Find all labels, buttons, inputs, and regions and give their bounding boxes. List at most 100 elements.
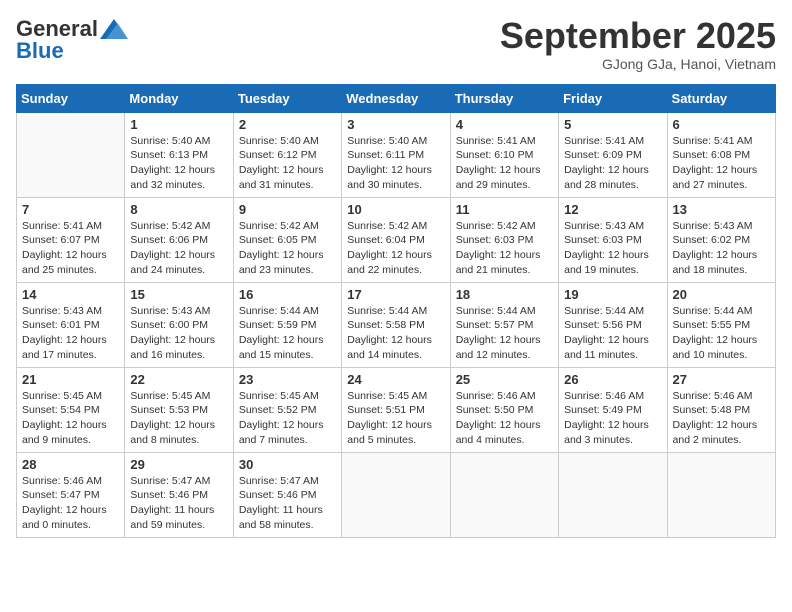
- day-info: Sunrise: 5:41 AM Sunset: 6:08 PM Dayligh…: [673, 134, 770, 193]
- day-number: 7: [22, 202, 119, 217]
- day-number: 27: [673, 372, 770, 387]
- day-number: 26: [564, 372, 661, 387]
- day-number: 5: [564, 117, 661, 132]
- day-number: 6: [673, 117, 770, 132]
- day-number: 11: [456, 202, 553, 217]
- calendar-cell: 29Sunrise: 5:47 AM Sunset: 5:46 PM Dayli…: [125, 452, 233, 537]
- title-block: September 2025 GJong GJa, Hanoi, Vietnam: [500, 16, 776, 72]
- day-number: 30: [239, 457, 336, 472]
- day-info: Sunrise: 5:45 AM Sunset: 5:52 PM Dayligh…: [239, 389, 336, 448]
- day-info: Sunrise: 5:42 AM Sunset: 6:06 PM Dayligh…: [130, 219, 227, 278]
- col-header-thursday: Thursday: [450, 84, 558, 112]
- calendar-cell: 23 Sunrise: 5:45 AM Sunset: 5:52 PM Dayli…: [233, 367, 341, 452]
- day-info: Sunrise: 5:45 AM Sunset: 5:51 PM Dayligh…: [347, 389, 444, 448]
- day-info: Sunrise: 5:40 AM Sunset: 6:11 PM Dayligh…: [347, 134, 444, 193]
- col-header-sunday: Sunday: [17, 84, 125, 112]
- day-number: 21: [22, 372, 119, 387]
- col-header-wednesday: Wednesday: [342, 84, 450, 112]
- day-info: Sunrise: 5:46 AM Sunset: 5:50 PM Dayligh…: [456, 389, 553, 448]
- calendar-cell: 7 Sunrise: 5:41 AM Sunset: 6:07 PM Daylig…: [17, 197, 125, 282]
- calendar-cell: 20 Sunrise: 5:44 AM Sunset: 5:55 PM Dayli…: [667, 282, 775, 367]
- col-header-tuesday: Tuesday: [233, 84, 341, 112]
- day-number: 23: [239, 372, 336, 387]
- calendar-cell: 9 Sunrise: 5:42 AM Sunset: 6:05 PM Daylig…: [233, 197, 341, 282]
- calendar-cell: [17, 112, 125, 197]
- day-info: Sunrise: 5:45 AM Sunset: 5:53 PM Dayligh…: [130, 389, 227, 448]
- calendar-cell: 12 Sunrise: 5:43 AM Sunset: 6:03 PM Dayli…: [559, 197, 667, 282]
- calendar-cell: 5 Sunrise: 5:41 AM Sunset: 6:09 PM Daylig…: [559, 112, 667, 197]
- day-number: 28: [22, 457, 119, 472]
- calendar-cell: 8 Sunrise: 5:42 AM Sunset: 6:06 PM Daylig…: [125, 197, 233, 282]
- day-number: 22: [130, 372, 227, 387]
- day-info: Sunrise: 5:41 AM Sunset: 6:09 PM Dayligh…: [564, 134, 661, 193]
- col-header-friday: Friday: [559, 84, 667, 112]
- calendar-cell: 21Sunrise: 5:45 AM Sunset: 5:54 PM Dayli…: [17, 367, 125, 452]
- day-info: Sunrise: 5:46 AM Sunset: 5:48 PM Dayligh…: [673, 389, 770, 448]
- logo: General Blue: [16, 16, 128, 64]
- calendar-cell: 6 Sunrise: 5:41 AM Sunset: 6:08 PM Daylig…: [667, 112, 775, 197]
- calendar-cell: 3 Sunrise: 5:40 AM Sunset: 6:11 PM Daylig…: [342, 112, 450, 197]
- calendar-cell: 17Sunrise: 5:44 AM Sunset: 5:58 PM Dayli…: [342, 282, 450, 367]
- calendar-cell: 15Sunrise: 5:43 AM Sunset: 6:00 PM Dayli…: [125, 282, 233, 367]
- col-header-saturday: Saturday: [667, 84, 775, 112]
- calendar-cell: 22 Sunrise: 5:45 AM Sunset: 5:53 PM Dayli…: [125, 367, 233, 452]
- calendar-cell: 2Sunrise: 5:40 AM Sunset: 6:12 PM Daylig…: [233, 112, 341, 197]
- calendar-cell: 14 Sunrise: 5:43 AM Sunset: 6:01 PM Dayli…: [17, 282, 125, 367]
- day-number: 18: [456, 287, 553, 302]
- day-info: Sunrise: 5:47 AM Sunset: 5:46 PM Dayligh…: [239, 474, 336, 533]
- calendar-cell: 25 Sunrise: 5:46 AM Sunset: 5:50 PM Dayli…: [450, 367, 558, 452]
- logo-icon: [100, 19, 128, 39]
- page-header: General Blue September 2025 GJong GJa, H…: [16, 16, 776, 72]
- calendar-cell: [342, 452, 450, 537]
- calendar-cell: 4Sunrise: 5:41 AM Sunset: 6:10 PM Daylig…: [450, 112, 558, 197]
- day-info: Sunrise: 5:40 AM Sunset: 6:13 PM Dayligh…: [130, 134, 227, 193]
- day-number: 20: [673, 287, 770, 302]
- week-row-3: 14 Sunrise: 5:43 AM Sunset: 6:01 PM Dayli…: [17, 282, 776, 367]
- calendar-cell: [450, 452, 558, 537]
- day-number: 16: [239, 287, 336, 302]
- day-number: 4: [456, 117, 553, 132]
- day-number: 13: [673, 202, 770, 217]
- col-header-monday: Monday: [125, 84, 233, 112]
- day-info: Sunrise: 5:42 AM Sunset: 6:03 PM Dayligh…: [456, 219, 553, 278]
- day-number: 8: [130, 202, 227, 217]
- calendar-cell: 26 Sunrise: 5:46 AM Sunset: 5:49 PM Dayli…: [559, 367, 667, 452]
- calendar-header-row: SundayMondayTuesdayWednesdayThursdayFrid…: [17, 84, 776, 112]
- calendar-cell: 19Sunrise: 5:44 AM Sunset: 5:56 PM Dayli…: [559, 282, 667, 367]
- day-info: Sunrise: 5:43 AM Sunset: 6:02 PM Dayligh…: [673, 219, 770, 278]
- day-info: Sunrise: 5:44 AM Sunset: 5:57 PM Dayligh…: [456, 304, 553, 363]
- calendar-cell: [667, 452, 775, 537]
- day-info: Sunrise: 5:43 AM Sunset: 6:03 PM Dayligh…: [564, 219, 661, 278]
- day-number: 12: [564, 202, 661, 217]
- day-number: 17: [347, 287, 444, 302]
- day-number: 25: [456, 372, 553, 387]
- day-info: Sunrise: 5:43 AM Sunset: 6:01 PM Dayligh…: [22, 304, 119, 363]
- calendar-cell: 1Sunrise: 5:40 AM Sunset: 6:13 PM Daylig…: [125, 112, 233, 197]
- day-info: Sunrise: 5:44 AM Sunset: 5:59 PM Dayligh…: [239, 304, 336, 363]
- day-info: Sunrise: 5:46 AM Sunset: 5:49 PM Dayligh…: [564, 389, 661, 448]
- day-number: 29: [130, 457, 227, 472]
- calendar-cell: 28 Sunrise: 5:46 AM Sunset: 5:47 PM Dayli…: [17, 452, 125, 537]
- day-info: Sunrise: 5:44 AM Sunset: 5:55 PM Dayligh…: [673, 304, 770, 363]
- day-number: 14: [22, 287, 119, 302]
- calendar-cell: 13 Sunrise: 5:43 AM Sunset: 6:02 PM Dayli…: [667, 197, 775, 282]
- day-number: 24: [347, 372, 444, 387]
- calendar-cell: 24 Sunrise: 5:45 AM Sunset: 5:51 PM Dayli…: [342, 367, 450, 452]
- calendar-cell: 10Sunrise: 5:42 AM Sunset: 6:04 PM Dayli…: [342, 197, 450, 282]
- calendar-cell: 30 Sunrise: 5:47 AM Sunset: 5:46 PM Dayli…: [233, 452, 341, 537]
- week-row-1: 1Sunrise: 5:40 AM Sunset: 6:13 PM Daylig…: [17, 112, 776, 197]
- day-number: 2: [239, 117, 336, 132]
- calendar-cell: [559, 452, 667, 537]
- month-title: September 2025: [500, 16, 776, 56]
- day-info: Sunrise: 5:41 AM Sunset: 6:07 PM Dayligh…: [22, 219, 119, 278]
- day-info: Sunrise: 5:42 AM Sunset: 6:04 PM Dayligh…: [347, 219, 444, 278]
- day-info: Sunrise: 5:42 AM Sunset: 6:05 PM Dayligh…: [239, 219, 336, 278]
- calendar-cell: 11 Sunrise: 5:42 AM Sunset: 6:03 PM Dayli…: [450, 197, 558, 282]
- day-number: 9: [239, 202, 336, 217]
- week-row-2: 7 Sunrise: 5:41 AM Sunset: 6:07 PM Daylig…: [17, 197, 776, 282]
- day-info: Sunrise: 5:46 AM Sunset: 5:47 PM Dayligh…: [22, 474, 119, 533]
- logo-blue-text: Blue: [16, 38, 64, 64]
- calendar-cell: 27 Sunrise: 5:46 AM Sunset: 5:48 PM Dayli…: [667, 367, 775, 452]
- day-number: 3: [347, 117, 444, 132]
- calendar-cell: 16 Sunrise: 5:44 AM Sunset: 5:59 PM Dayli…: [233, 282, 341, 367]
